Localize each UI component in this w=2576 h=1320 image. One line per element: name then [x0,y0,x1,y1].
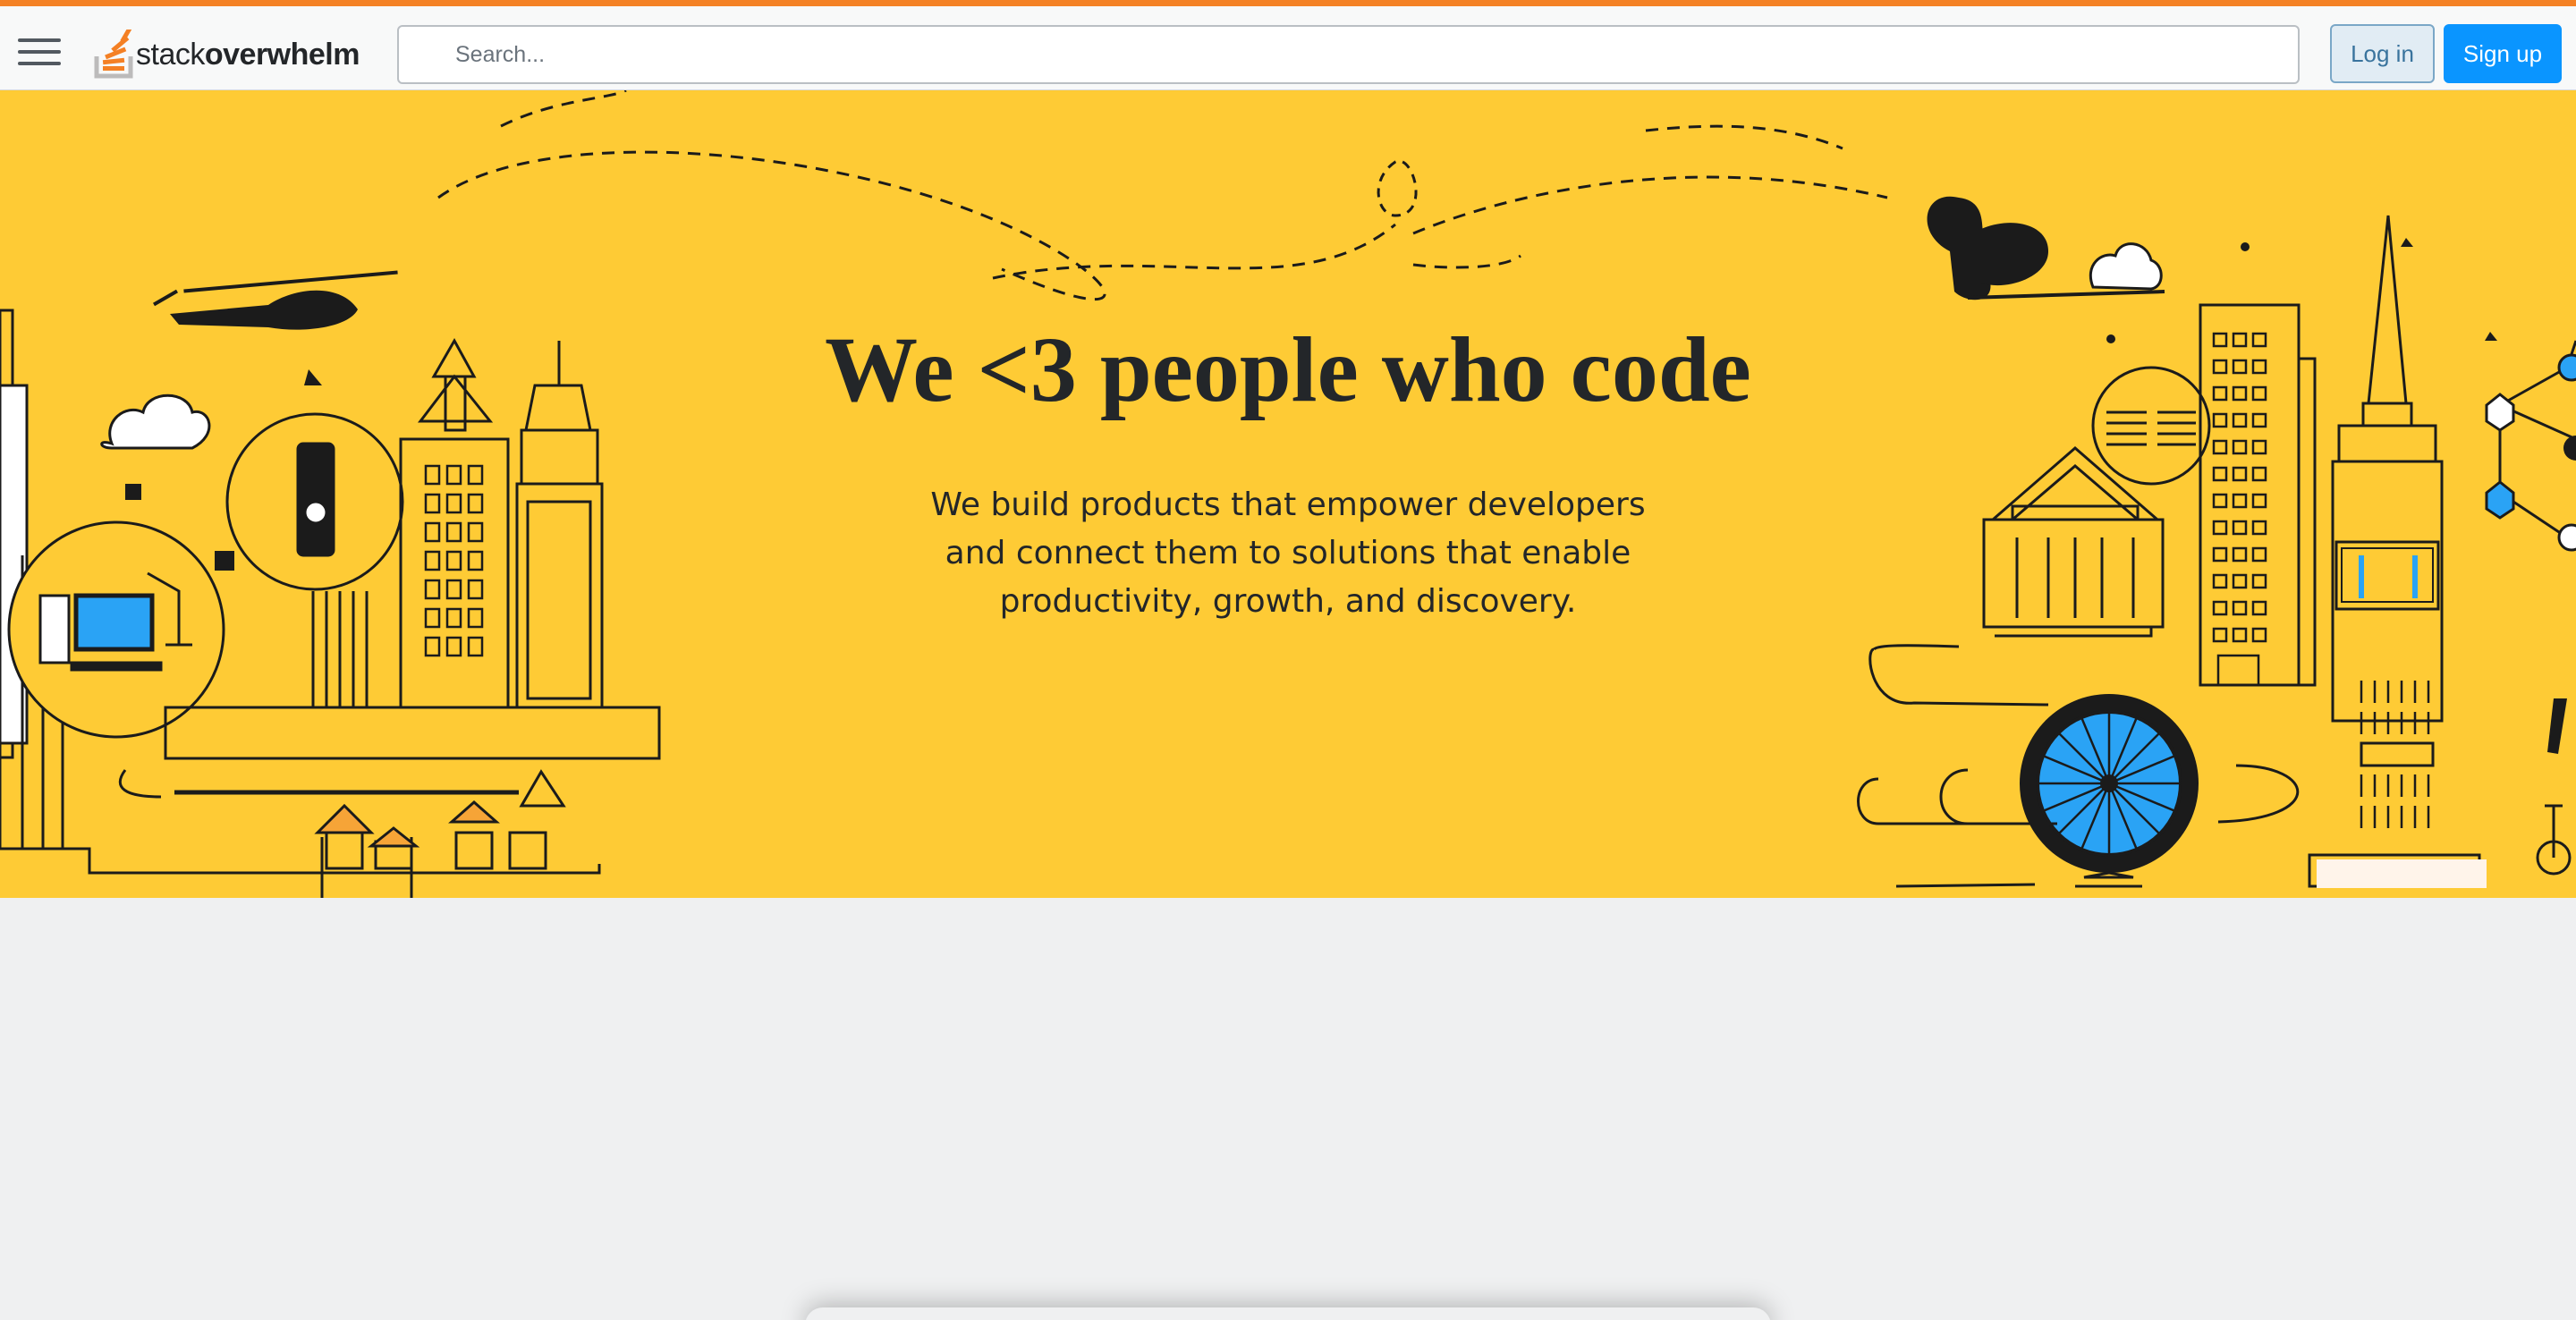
top-navigation-bar: stackoverwhelm Log in Sign up [0,0,2576,90]
logo-word-stack: stack [136,37,205,72]
hero-banner: We <3 people who code We build products … [0,90,2576,898]
hero-subtitle-line: productivity, growth, and discovery. [999,583,1577,620]
login-button[interactable]: Log in [2330,24,2435,83]
stack-logo-icon [94,30,133,79]
hero-subtitle-line: and connect them to solutions that enabl… [945,535,1631,571]
hamburger-icon-line [18,50,61,54]
hero-title: We <3 people who code [825,318,1751,421]
hero-subtitle: We build products that empower developer… [930,481,1646,626]
logo-word-overwhelm: overwhelm [204,37,360,72]
squirrel-icon [1927,196,2048,300]
search-input[interactable] [399,27,2298,82]
site-logo[interactable]: stackoverwhelm [93,30,360,80]
hero-subtitle-line: We build products that empower developer… [930,487,1646,523]
hamburger-menu-button[interactable] [18,38,61,69]
content-card-edge [805,1307,1771,1320]
signup-button[interactable]: Sign up [2444,24,2562,83]
search-box[interactable] [397,25,2300,84]
hamburger-icon-line [18,62,61,65]
hamburger-icon [18,38,61,42]
logo-text: stackoverwhelm [136,38,360,72]
